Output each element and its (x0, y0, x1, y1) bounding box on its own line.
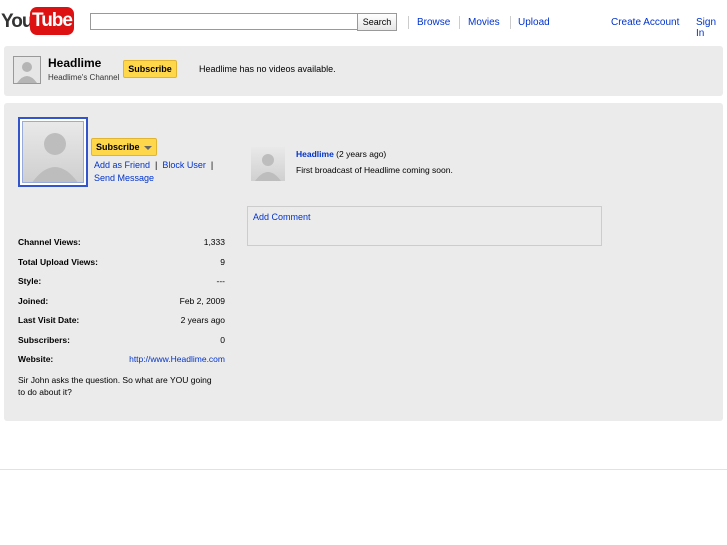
block-user-link[interactable]: Block User (162, 160, 206, 170)
stat-value: 0 (220, 335, 225, 345)
stat-label: Channel Views: (18, 237, 81, 247)
comment-author-link[interactable]: Headlime (296, 149, 334, 159)
stat-value: Feb 2, 2009 (179, 296, 225, 306)
stat-label: Website: (18, 354, 54, 364)
subscribe-label: Subscribe (96, 142, 140, 152)
commenter-avatar[interactable] (251, 147, 285, 181)
action-separator: | (152, 160, 163, 170)
profile-actions: Add as Friend | Block User | Send Messag… (94, 159, 229, 185)
no-videos-message: Headlime has no videos available. (199, 64, 336, 74)
youtube-logo[interactable]: You Tube (0, 6, 75, 36)
stat-value: 2 years ago (180, 315, 225, 325)
action-separator: | (208, 160, 214, 170)
logo-you-text: You (1, 11, 34, 32)
default-avatar-icon (255, 154, 281, 181)
default-avatar-icon (32, 133, 78, 182)
stat-label: Joined: (18, 296, 49, 306)
nav-divider (510, 16, 511, 29)
add-comment-link[interactable]: Add Comment (253, 212, 311, 222)
channel-name[interactable]: Headlime (48, 56, 101, 70)
stat-value: 1,333 (203, 237, 225, 247)
sign-in-link[interactable]: Sign In (696, 17, 727, 39)
stat-label: Subscribers: (18, 335, 70, 345)
comment-time: (2 years ago) (336, 149, 387, 159)
nav-upload[interactable]: Upload (518, 17, 550, 28)
search-input[interactable] (90, 13, 358, 30)
add-comment-box[interactable]: Add Comment (247, 206, 602, 246)
footer-divider (0, 469, 727, 470)
stat-label: Last Visit Date: (18, 315, 80, 325)
create-account-link[interactable]: Create Account (611, 17, 679, 28)
send-message-link[interactable]: Send Message (94, 173, 154, 183)
channel-main-panel: Subscribe Add as Friend | Block User | S… (4, 103, 723, 421)
chevron-down-icon (143, 145, 152, 150)
nav-movies[interactable]: Movies (468, 17, 500, 28)
channel-thumbnail[interactable] (13, 56, 41, 84)
stat-label: Style: (18, 276, 42, 286)
stat-label: Total Upload Views: (18, 257, 98, 267)
subscribe-dropdown-button[interactable]: Subscribe (91, 138, 157, 156)
nav-divider (408, 16, 409, 29)
comment-text: First broadcast of Headlime coming soon. (296, 165, 453, 175)
add-friend-link[interactable]: Add as Friend (94, 160, 150, 170)
nav-divider (459, 16, 460, 29)
logo-tube-text: Tube (30, 7, 74, 35)
channel-description: Sir John asks the question. So what are … (18, 375, 212, 397)
stat-value: 9 (220, 257, 225, 267)
profile-avatar[interactable] (18, 117, 88, 187)
stat-value: --- (216, 276, 226, 286)
channel-header-bar: Headlime Headlime's Channel Subscribe He… (4, 46, 723, 96)
nav-browse[interactable]: Browse (417, 17, 450, 28)
channel-subtitle: Headlime's Channel (48, 73, 120, 82)
comment-header: Headlime (2 years ago) (296, 149, 386, 159)
website-link[interactable]: http://www.Headlime.com (129, 354, 225, 364)
search-button[interactable]: Search (357, 13, 397, 31)
subscribe-button[interactable]: Subscribe (123, 60, 177, 78)
default-avatar-icon (14, 57, 40, 83)
